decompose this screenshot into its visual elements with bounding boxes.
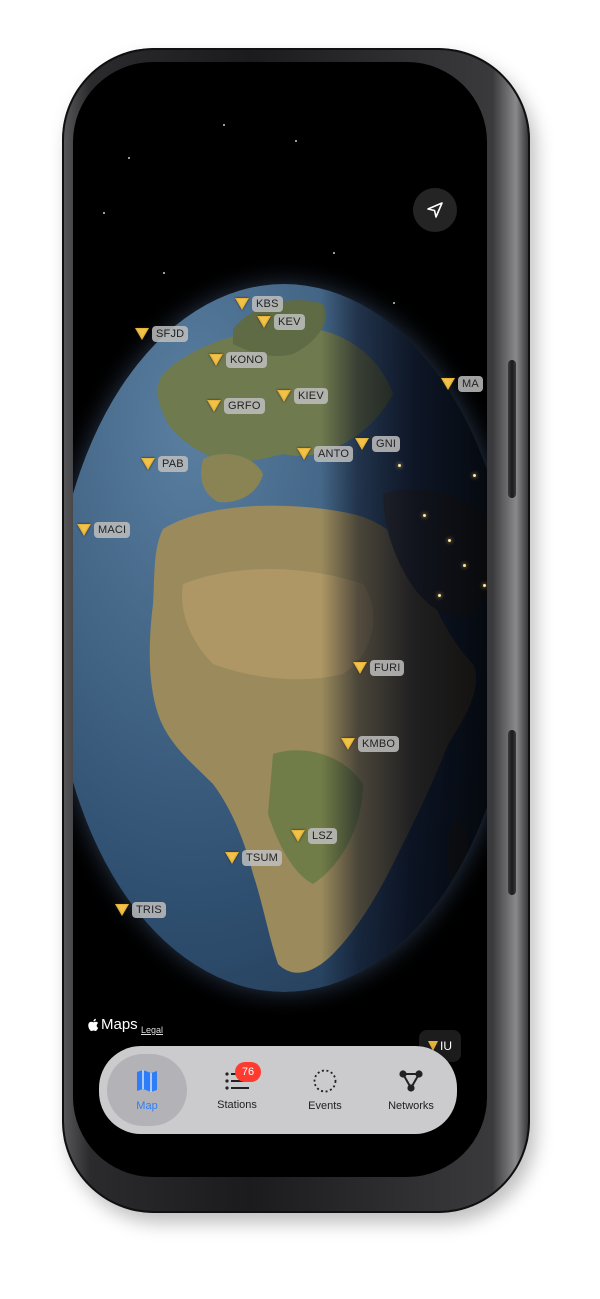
station-marker[interactable]: KEV	[257, 314, 305, 330]
dotted-circle-icon	[313, 1069, 337, 1093]
star	[295, 140, 297, 142]
station-label: KONO	[226, 352, 268, 368]
map-icon	[137, 1070, 157, 1092]
station-label: KBS	[252, 296, 283, 312]
station-label: KIEV	[294, 388, 328, 404]
station-triangle-icon	[297, 448, 311, 460]
station-triangle-icon	[291, 830, 305, 842]
station-label: TSUM	[242, 850, 282, 866]
tab-map[interactable]: Map	[107, 1054, 187, 1126]
station-marker[interactable]: MA	[441, 376, 483, 392]
side-button-upper	[508, 360, 516, 498]
station-triangle-icon	[225, 852, 239, 864]
station-marker[interactable]: KIEV	[277, 388, 328, 404]
star	[333, 252, 335, 254]
station-marker[interactable]: MACI	[77, 522, 131, 538]
station-label: GNI	[372, 436, 401, 452]
station-marker[interactable]: KONO	[209, 352, 268, 368]
station-marker[interactable]: KMBO	[341, 736, 400, 752]
city-light	[448, 539, 451, 542]
dynamic-island	[227, 80, 333, 110]
station-marker[interactable]: KBS	[235, 296, 283, 312]
tab-label: Map	[136, 1100, 158, 1112]
maps-attribution: Maps	[87, 1016, 138, 1033]
station-label: ANTO	[314, 446, 354, 462]
station-marker[interactable]: GNI	[355, 436, 401, 452]
star	[223, 124, 225, 126]
station-marker[interactable]: GRFO	[207, 398, 265, 414]
station-label: PAB	[158, 456, 188, 472]
station-triangle-icon	[257, 316, 271, 328]
locate-me-button[interactable]	[413, 188, 457, 232]
station-triangle-icon	[341, 738, 355, 750]
city-light	[423, 514, 426, 517]
tab-label: Networks	[388, 1100, 434, 1112]
station-triangle-icon	[353, 662, 367, 674]
station-marker[interactable]: PAB	[141, 456, 188, 472]
station-label: KEV	[274, 314, 305, 330]
city-light	[483, 584, 486, 587]
station-marker[interactable]: FURI	[353, 660, 405, 676]
station-label: LSZ	[308, 828, 337, 844]
station-triangle-icon	[441, 378, 455, 390]
station-marker[interactable]: LSZ	[291, 828, 337, 844]
city-light	[438, 594, 441, 597]
tab-events[interactable]: Events	[285, 1054, 365, 1126]
city-light	[473, 474, 476, 477]
star	[103, 212, 105, 214]
maps-brand-text: Maps	[101, 1016, 138, 1033]
star	[128, 157, 130, 159]
station-triangle-icon	[355, 438, 369, 450]
station-triangle-icon	[207, 400, 221, 412]
station-label: MACI	[94, 522, 131, 538]
station-label: TRIS	[132, 902, 166, 918]
apple-logo-icon	[88, 1018, 99, 1031]
station-marker[interactable]: TRIS	[115, 902, 166, 918]
star	[163, 272, 165, 274]
station-label: MA	[458, 376, 483, 392]
station-label: FURI	[370, 660, 405, 676]
station-triangle-icon	[277, 390, 291, 402]
stations-count-badge: 76	[235, 1062, 261, 1082]
station-marker[interactable]: ANTO	[297, 446, 354, 462]
side-button-lower	[508, 730, 516, 895]
legal-link[interactable]: Legal	[141, 1025, 163, 1035]
station-label: SFJD	[152, 326, 189, 342]
station-label: KMBO	[358, 736, 400, 752]
network-icon	[399, 1070, 423, 1092]
screen: KBS KEV SFJD KONO MA GRFO KIEV ANTO GNI …	[73, 62, 487, 1177]
tab-networks[interactable]: Networks	[369, 1054, 453, 1126]
station-label: GRFO	[224, 398, 265, 414]
location-arrow-icon	[427, 202, 443, 218]
station-triangle-icon	[141, 458, 155, 470]
tab-label: Events	[308, 1100, 342, 1112]
tab-stations[interactable]: 76 Stations	[195, 1054, 279, 1126]
station-triangle-icon	[235, 298, 249, 310]
network-filter-label: IU	[440, 1039, 452, 1053]
tab-label: Stations	[217, 1099, 257, 1111]
station-triangle-icon	[209, 354, 223, 366]
station-marker[interactable]: SFJD	[135, 326, 189, 342]
city-light	[398, 464, 401, 467]
tab-bar: Map 76 Stations Events Networks	[99, 1046, 457, 1134]
station-triangle-icon	[115, 904, 129, 916]
station-triangle-icon	[77, 524, 91, 536]
station-marker[interactable]: TSUM	[225, 850, 282, 866]
station-triangle-icon	[135, 328, 149, 340]
city-light	[463, 564, 466, 567]
